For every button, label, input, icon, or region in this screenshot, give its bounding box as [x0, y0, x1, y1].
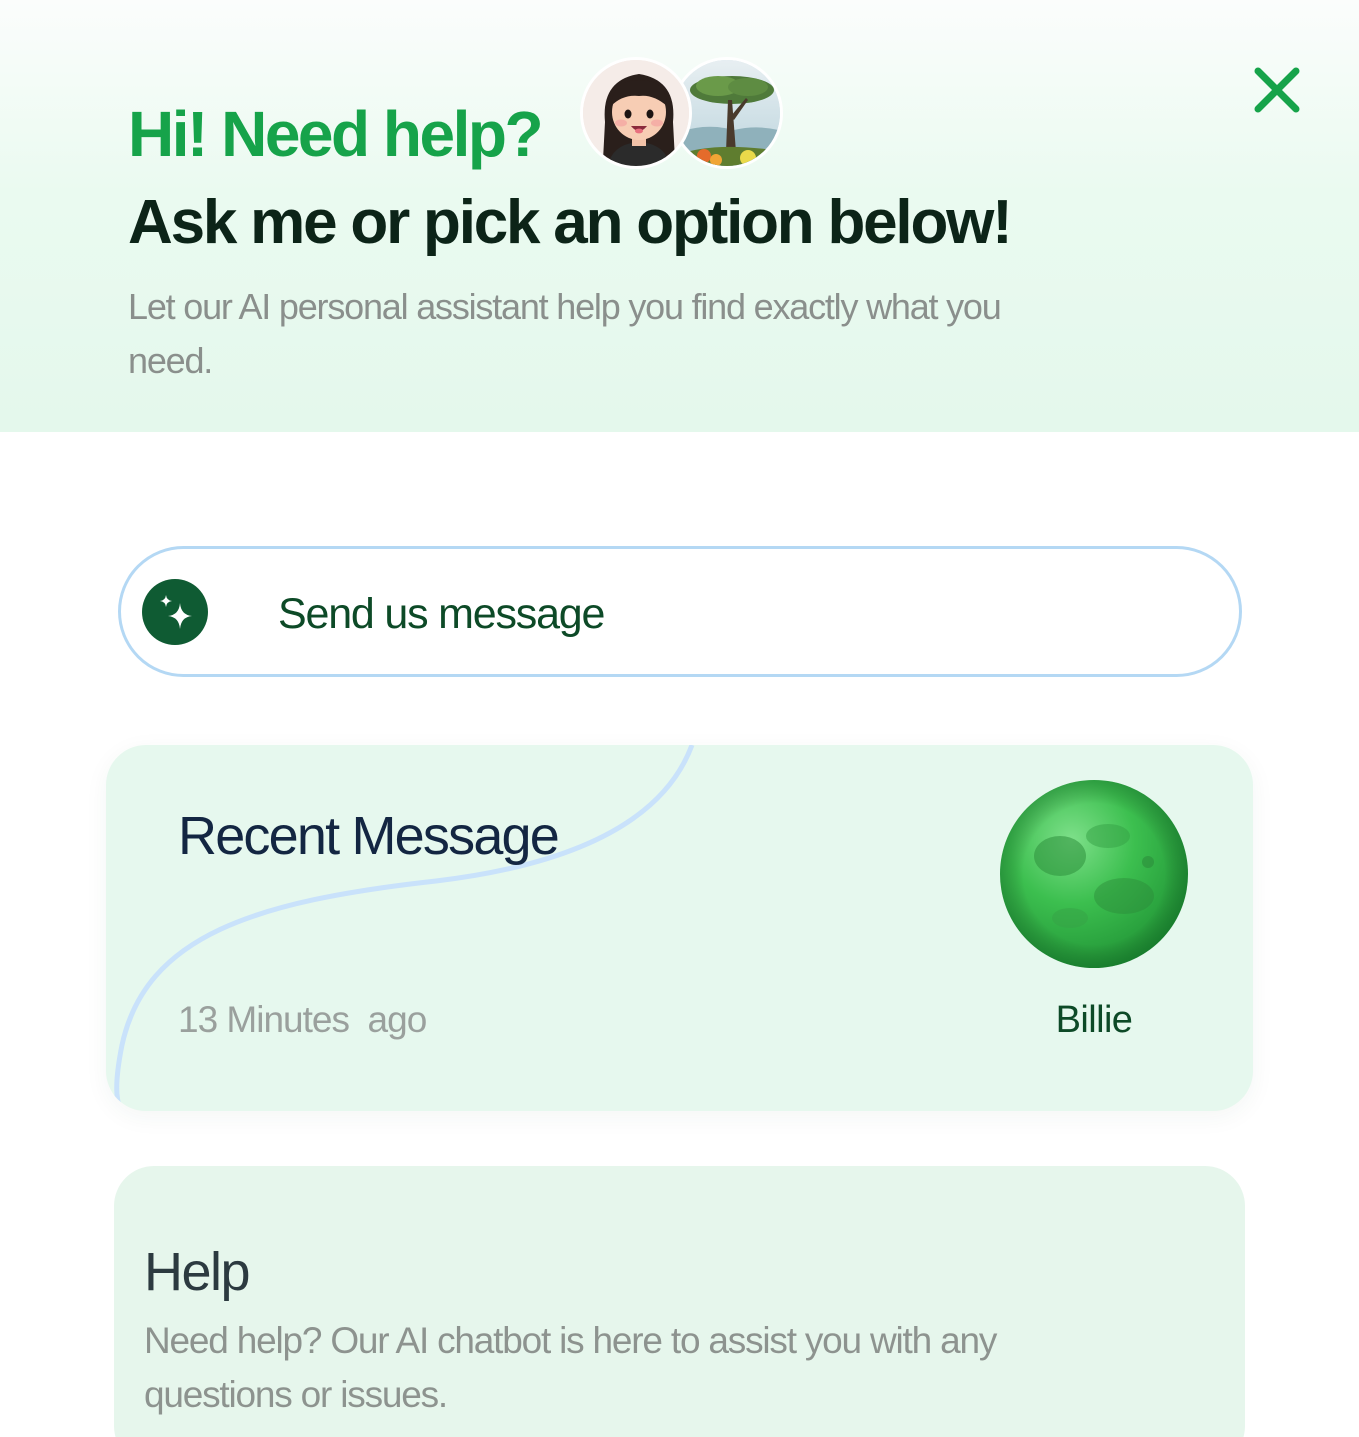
- agent-name: Billie: [1055, 999, 1133, 1041]
- sparkle-icon: [142, 579, 208, 645]
- close-icon: [1254, 67, 1300, 113]
- close-button[interactable]: [1248, 62, 1306, 120]
- send-message-button[interactable]: Send us message: [118, 546, 1242, 677]
- help-title: Help: [144, 1242, 251, 1302]
- girl-avatar: [580, 57, 692, 169]
- help-description: Need help? Our AI chatbot is here to ass…: [144, 1320, 997, 1415]
- send-message-label: Send us message: [278, 590, 605, 638]
- recent-message-time: 13 Minutes ago: [178, 999, 427, 1040]
- greeting-title: Hi! Need help?: [128, 98, 544, 170]
- green-planet-avatar: [998, 778, 1190, 970]
- header: Hi! Need help? Ask me or pick an option …: [0, 0, 1359, 432]
- headline: Ask me or pick an option below!: [128, 188, 1013, 257]
- recent-message-title: Recent Message: [178, 806, 560, 866]
- help-widget: Hi! Need help? Ask me or pick an option …: [0, 0, 1359, 1437]
- recent-message-card[interactable]: Recent Message 13 Minutes ago Billie: [106, 745, 1253, 1111]
- help-card[interactable]: Help Need help? Our AI chatbot is here t…: [114, 1166, 1245, 1437]
- header-subtext: Let our AI personal assistant help you f…: [128, 286, 1002, 381]
